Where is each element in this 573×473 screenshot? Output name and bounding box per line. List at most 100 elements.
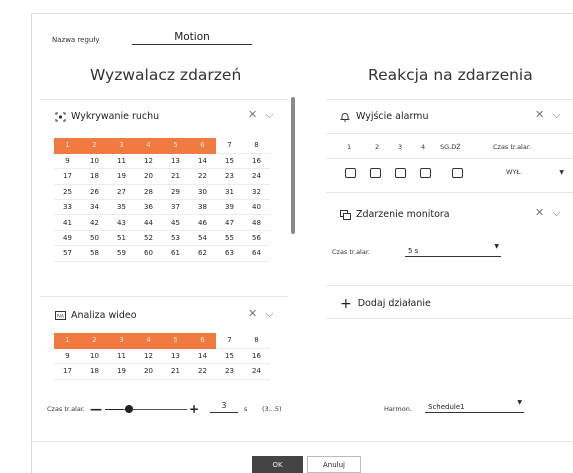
- channel-cell[interactable]: 11: [108, 348, 135, 365]
- channel-cell[interactable]: 24: [243, 168, 270, 185]
- chevron-down-icon[interactable]: ⌵: [552, 206, 560, 220]
- channel-cell[interactable]: 3: [108, 333, 135, 349]
- channel-cell[interactable]: 64: [243, 245, 270, 262]
- channel-cell[interactable]: 51: [108, 230, 135, 247]
- channel-cell[interactable]: 4: [135, 333, 162, 349]
- channel-cell[interactable]: 9: [54, 348, 81, 365]
- rule-name-input[interactable]: Motion: [132, 31, 252, 45]
- channel-cell[interactable]: 32: [243, 184, 270, 201]
- channel-cell[interactable]: 25: [54, 184, 81, 201]
- chevron-down-icon[interactable]: ⌵: [265, 307, 273, 321]
- channel-cell[interactable]: 12: [135, 348, 162, 365]
- channel-cell[interactable]: 5: [162, 138, 189, 154]
- channel-cell[interactable]: 11: [108, 153, 135, 170]
- channel-cell[interactable]: 28: [135, 184, 162, 201]
- channel-cell[interactable]: 16: [243, 153, 270, 170]
- alarm-checkbox-2[interactable]: [370, 168, 381, 178]
- channel-cell[interactable]: 42: [81, 214, 108, 231]
- alarm-checkbox-beep[interactable]: [452, 168, 463, 178]
- channel-cell[interactable]: 29: [162, 184, 189, 201]
- channel-cell[interactable]: 18: [81, 168, 108, 185]
- channel-cell[interactable]: 44: [135, 214, 162, 231]
- alarm-checkbox-1[interactable]: [345, 168, 356, 178]
- channel-cell[interactable]: 35: [108, 199, 135, 216]
- channel-cell[interactable]: 54: [189, 230, 216, 247]
- duration-input[interactable]: 3: [210, 401, 238, 413]
- channel-cell[interactable]: 1: [54, 333, 81, 349]
- channel-cell[interactable]: 43: [108, 214, 135, 231]
- channel-cell[interactable]: 9: [54, 153, 81, 170]
- channel-cell[interactable]: 26: [81, 184, 108, 201]
- alarm-checkbox-4[interactable]: [420, 168, 431, 178]
- channel-cell[interactable]: 17: [54, 168, 81, 185]
- channel-cell[interactable]: 27: [108, 184, 135, 201]
- channel-cell[interactable]: 63: [216, 245, 243, 262]
- channel-cell[interactable]: 2: [81, 333, 108, 349]
- channel-cell[interactable]: 14: [189, 153, 216, 170]
- channel-cell[interactable]: 22: [189, 363, 216, 380]
- channel-cell[interactable]: 6: [189, 333, 216, 349]
- channel-cell[interactable]: 21: [162, 363, 189, 380]
- channel-cell[interactable]: 57: [54, 245, 81, 262]
- channel-cell[interactable]: 40: [243, 199, 270, 216]
- channel-cell[interactable]: 55: [216, 230, 243, 247]
- channel-cell[interactable]: 22: [189, 168, 216, 185]
- channel-cell[interactable]: 56: [243, 230, 270, 247]
- channel-cell[interactable]: 8: [243, 138, 270, 154]
- channel-cell[interactable]: 7: [216, 333, 243, 349]
- channel-cell[interactable]: 14: [189, 348, 216, 365]
- channel-cell[interactable]: 45: [162, 214, 189, 231]
- ok-button[interactable]: OK: [252, 456, 303, 473]
- channel-cell[interactable]: 17: [54, 363, 81, 380]
- chevron-down-icon[interactable]: ⌵: [265, 108, 273, 122]
- channel-cell[interactable]: 39: [216, 199, 243, 216]
- channel-cell[interactable]: 20: [135, 168, 162, 185]
- channel-cell[interactable]: 60: [135, 245, 162, 262]
- channel-cell[interactable]: 37: [162, 199, 189, 216]
- channel-cell[interactable]: 19: [108, 363, 135, 380]
- channel-cell[interactable]: 5: [162, 333, 189, 349]
- channel-cell[interactable]: 47: [216, 214, 243, 231]
- channel-cell[interactable]: 19: [108, 168, 135, 185]
- channel-cell[interactable]: 41: [54, 214, 81, 231]
- scrollbar[interactable]: [291, 97, 295, 234]
- channel-cell[interactable]: 21: [162, 168, 189, 185]
- slider-handle[interactable]: [125, 405, 133, 413]
- channel-cell[interactable]: 13: [162, 348, 189, 365]
- channel-cell[interactable]: 3: [108, 138, 135, 154]
- channel-cell[interactable]: 6: [189, 138, 216, 154]
- channel-cell[interactable]: 46: [189, 214, 216, 231]
- channel-cell[interactable]: 52: [135, 230, 162, 247]
- close-icon[interactable]: ✕: [248, 108, 257, 122]
- channel-cell[interactable]: 59: [108, 245, 135, 262]
- channel-cell[interactable]: 8: [243, 333, 270, 349]
- channel-cell[interactable]: 33: [54, 199, 81, 216]
- channel-cell[interactable]: 61: [162, 245, 189, 262]
- chevron-down-icon[interactable]: ⌵: [552, 108, 560, 122]
- channel-cell[interactable]: 53: [162, 230, 189, 247]
- channel-cell[interactable]: 18: [81, 363, 108, 380]
- increase-button[interactable]: +: [189, 402, 199, 416]
- close-icon[interactable]: ✕: [535, 108, 544, 122]
- channel-cell[interactable]: 16: [243, 348, 270, 365]
- channel-cell[interactable]: 13: [162, 153, 189, 170]
- channel-cell[interactable]: 15: [216, 348, 243, 365]
- channel-cell[interactable]: 12: [135, 153, 162, 170]
- channel-cell[interactable]: 10: [81, 348, 108, 365]
- channel-cell[interactable]: 10: [81, 153, 108, 170]
- schedule-select[interactable]: Schedule1 ▼: [425, 399, 524, 413]
- channel-cell[interactable]: 23: [216, 168, 243, 185]
- channel-cell[interactable]: 1: [54, 138, 81, 154]
- channel-cell[interactable]: 49: [54, 230, 81, 247]
- channel-cell[interactable]: 38: [189, 199, 216, 216]
- channel-cell[interactable]: 36: [135, 199, 162, 216]
- channel-cell[interactable]: 15: [216, 153, 243, 170]
- channel-cell[interactable]: 58: [81, 245, 108, 262]
- channel-cell[interactable]: 7: [216, 138, 243, 154]
- channel-cell[interactable]: 30: [189, 184, 216, 201]
- channel-cell[interactable]: 48: [243, 214, 270, 231]
- channel-cell[interactable]: 2: [81, 138, 108, 154]
- close-icon[interactable]: ✕: [535, 206, 544, 220]
- channel-cell[interactable]: 31: [216, 184, 243, 201]
- channel-cell[interactable]: 4: [135, 138, 162, 154]
